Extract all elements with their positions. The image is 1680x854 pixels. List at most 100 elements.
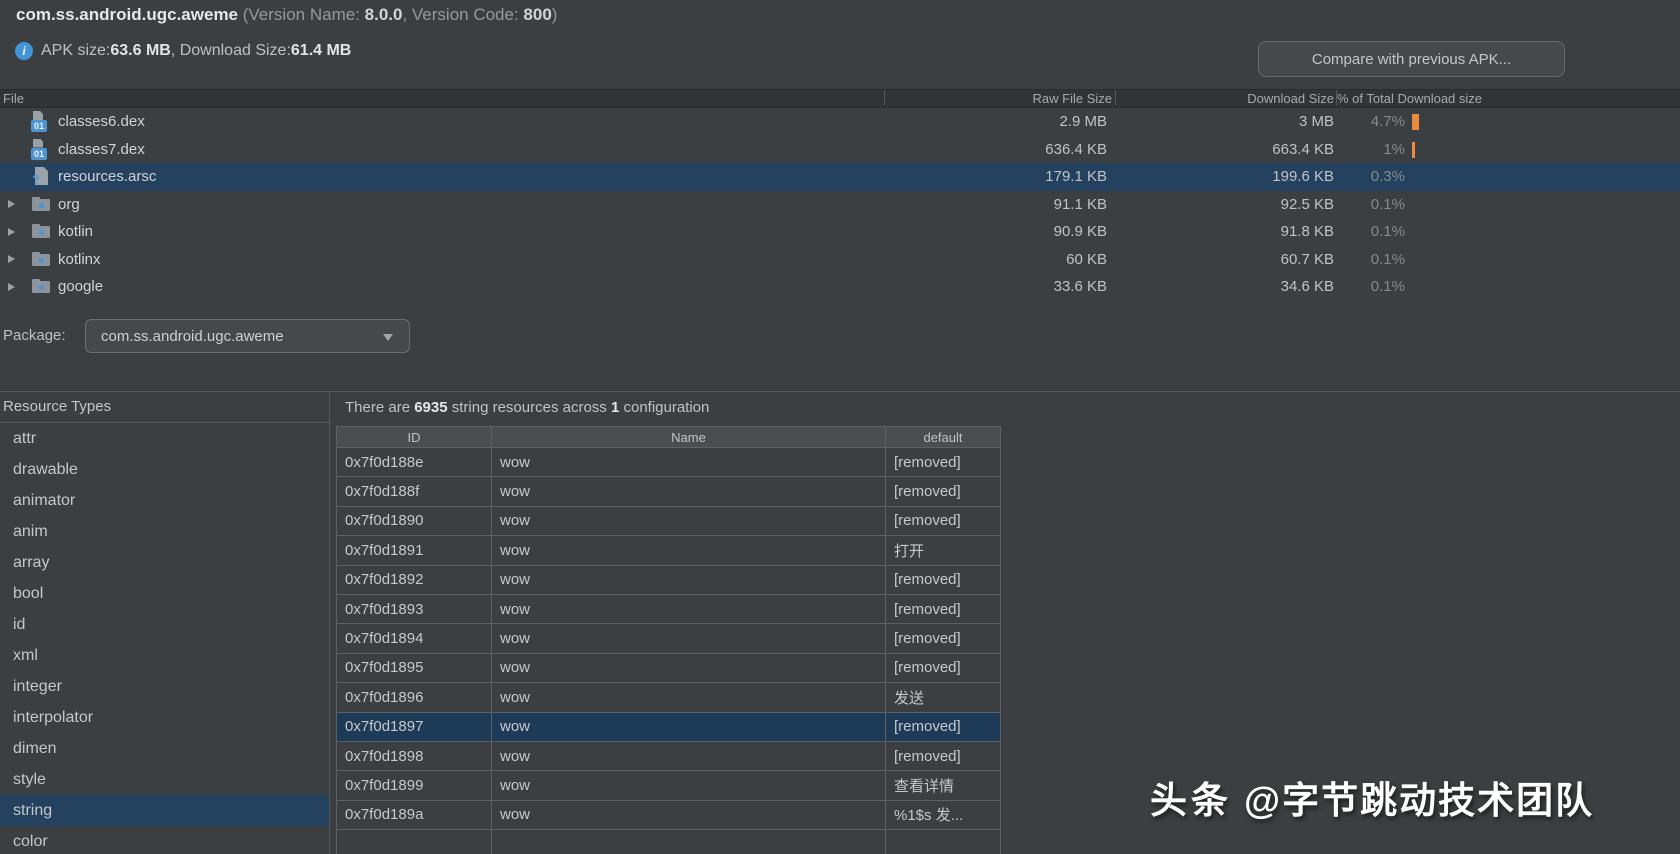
string-table-cell: [removed] — [886, 448, 1001, 477]
sidebar-item-string[interactable]: string — [0, 795, 329, 826]
chevron-right-icon[interactable] — [8, 283, 15, 291]
string-table-row[interactable]: 0x7f0d1896wow发送 — [337, 683, 1001, 712]
string-table-cell: [removed] — [886, 741, 1001, 770]
folder-icon — [31, 194, 52, 215]
string-table-row[interactable]: 0x7f0d1898wow[removed] — [337, 741, 1001, 770]
string-table-row[interactable]: 0x7f0d1893wow[removed] — [337, 594, 1001, 623]
string-table-row[interactable]: 0x7f0d189awow%1$s 发... — [337, 800, 1001, 829]
string-table-cell: [removed] — [886, 712, 1001, 741]
chevron-right-icon[interactable] — [8, 228, 15, 236]
sidebar-item-interpolator[interactable]: interpolator — [0, 702, 329, 733]
string-table-row[interactable]: 0x7f0d1894wow[removed] — [337, 624, 1001, 653]
file-tree-row[interactable]: kotlin 90.9 KB 91.8 KB 0.1% — [0, 218, 1680, 246]
file-tree-row[interactable]: 01 classes7.dex 636.4 KB 663.4 KB 1% — [0, 136, 1680, 164]
string-table-row[interactable]: 0x7f0d1890wow[removed] — [337, 506, 1001, 535]
dex-file-icon: 01 — [31, 111, 52, 132]
string-table-row[interactable]: 0x7f0d1895wow[removed] — [337, 653, 1001, 682]
string-table-row[interactable]: 0x7f0d1899wow查看详情 — [337, 771, 1001, 800]
folder-icon — [31, 221, 52, 242]
percent-of-total: 0.1% — [1285, 246, 1405, 274]
column-separator[interactable] — [1115, 90, 1116, 105]
package-dropdown-value: com.ss.android.ugc.aweme — [101, 328, 284, 345]
string-table-cell: 0x7f0d1892 — [337, 565, 492, 594]
string-table-cell: 0x7f0d1898 — [337, 741, 492, 770]
column-header-id[interactable]: ID — [337, 427, 492, 448]
string-table-row[interactable]: 0x7f0d188ewow[removed] — [337, 448, 1001, 477]
file-tree-row[interactable]: 01 classes6.dex 2.9 MB 3 MB 4.7% — [0, 108, 1680, 136]
percent-of-total: 0.1% — [1285, 273, 1405, 301]
file-tree-row[interactable]: kotlinx 60 KB 60.7 KB 0.1% — [0, 246, 1680, 274]
compare-with-previous-apk-button[interactable]: Compare with previous APK... — [1258, 41, 1565, 77]
download-size-label: , Download Size: — [171, 42, 291, 60]
string-table-cell: 0x7f0d1891 — [337, 536, 492, 565]
string-table-cell: 查看详情 — [886, 771, 1001, 800]
chevron-right-icon[interactable] — [8, 255, 15, 263]
percent-of-total: 0.1% — [1285, 191, 1405, 219]
package-dropdown[interactable]: com.ss.android.ugc.aweme — [85, 319, 410, 353]
raw-file-size: 179.1 KB — [867, 163, 1107, 191]
sidebar-item-style[interactable]: style — [0, 764, 329, 795]
column-header-default[interactable]: default — [886, 427, 1001, 448]
column-header-raw-file-size[interactable]: Raw File Size — [930, 90, 1112, 107]
folder-icon — [31, 249, 52, 270]
file-tree: 01 classes6.dex 2.9 MB 3 MB 4.7% 01 clas… — [0, 108, 1680, 301]
string-table-cell: [removed] — [886, 594, 1001, 623]
column-separator[interactable] — [884, 90, 885, 105]
file-name: classes6.dex — [58, 108, 145, 136]
sidebar-item-id[interactable]: id — [0, 609, 329, 640]
string-table-row[interactable]: 0x7f0d188fwow[removed] — [337, 477, 1001, 506]
file-tree-row[interactable]: org 91.1 KB 92.5 KB 0.1% — [0, 191, 1680, 219]
sidebar-item-attr[interactable]: attr — [0, 423, 329, 454]
resource-types-list: attrdrawableanimatoranimarrayboolidxmlin… — [0, 423, 329, 854]
column-header-name[interactable]: Name — [492, 427, 886, 448]
sidebar-item-integer[interactable]: integer — [0, 671, 329, 702]
apk-analyzer-window: com.ss.android.ugc.aweme (Version Name: … — [0, 0, 1680, 854]
sidebar-item-drawable[interactable]: drawable — [0, 454, 329, 485]
string-table-cell: 0x7f0d189a — [337, 800, 492, 829]
string-table-cell: 0x7f0d188f — [337, 477, 492, 506]
chevron-right-icon[interactable] — [8, 200, 15, 208]
column-header-download-size[interactable]: Download Size — [1140, 90, 1334, 107]
summary-suffix: configuration — [619, 399, 709, 416]
percent-of-total: 0.3% — [1285, 163, 1405, 191]
version-prefix: (Version Name: — [243, 5, 365, 24]
package-name: com.ss.android.ugc.aweme — [16, 5, 238, 24]
string-table-cell: %1$s 发... — [886, 800, 1001, 829]
percent-bar — [1412, 114, 1419, 130]
watermark-brand: 头条 — [1150, 780, 1232, 821]
watermark: 头条 @字节跳动技术团队 — [1150, 770, 1594, 824]
folder-icon — [31, 276, 52, 297]
column-header-percent-of-total[interactable]: % of Total Download size — [1337, 90, 1482, 107]
string-table-cell: 0x7f0d1894 — [337, 624, 492, 653]
sidebar-item-dimen[interactable]: dimen — [0, 733, 329, 764]
string-table-row[interactable]: 0x7f0d1892wow[removed] — [337, 565, 1001, 594]
string-table-row[interactable]: 0x7f0d1897wow[removed] — [337, 712, 1001, 741]
sidebar-item-array[interactable]: array — [0, 547, 329, 578]
file-tree-row[interactable]: google 33.6 KB 34.6 KB 0.1% — [0, 273, 1680, 301]
string-table-cell: [removed] — [886, 506, 1001, 535]
string-table-cell: 0x7f0d1895 — [337, 653, 492, 682]
column-separator[interactable] — [1336, 90, 1337, 105]
string-table-cell: [removed] — [886, 653, 1001, 682]
raw-file-size: 90.9 KB — [867, 218, 1107, 246]
string-table-cell: 0x7f0d1897 — [337, 712, 492, 741]
string-table-cell: wow — [492, 653, 886, 682]
column-header-file[interactable]: File — [3, 90, 24, 107]
string-table-cell: [removed] — [886, 477, 1001, 506]
string-table-row[interactable]: 0x7f0d1891wow打开 — [337, 536, 1001, 565]
apk-size-label: APK size: — [41, 42, 110, 60]
file-name: classes7.dex — [58, 136, 145, 164]
dex-file-icon: 01 — [31, 139, 52, 160]
string-table-cell: wow — [492, 594, 886, 623]
sidebar-item-anim[interactable]: anim — [0, 516, 329, 547]
sidebar-item-bool[interactable]: bool — [0, 578, 329, 609]
sidebar-item-animator[interactable]: animator — [0, 485, 329, 516]
apk-size-value: 63.6 MB — [110, 42, 170, 60]
sidebar-item-color[interactable]: color — [0, 826, 329, 854]
raw-file-size: 60 KB — [867, 246, 1107, 274]
string-table-cell: wow — [492, 771, 886, 800]
sidebar-item-xml[interactable]: xml — [0, 640, 329, 671]
watermark-handle: @字节跳动技术团队 — [1244, 780, 1594, 821]
file-tree-row[interactable]: ? resources.arsc 179.1 KB 199.6 KB 0.3% — [0, 163, 1680, 191]
string-resources-table: ID Name default 0x7f0d188ewow[removed]0x… — [336, 426, 1001, 854]
